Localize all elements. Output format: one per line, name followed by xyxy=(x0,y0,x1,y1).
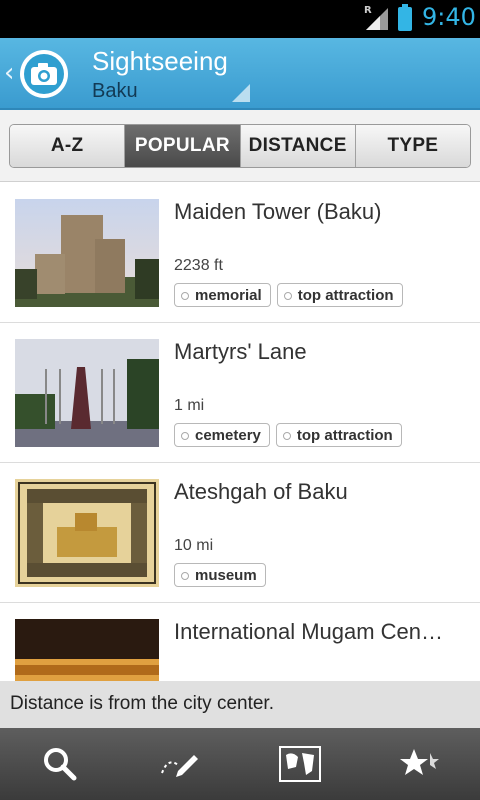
city-selector[interactable]: Baku xyxy=(92,80,138,103)
favorites-icon xyxy=(400,749,439,775)
status-bar: R 9:40 xyxy=(0,0,480,38)
item-title: Martyrs' Lane xyxy=(174,339,307,364)
list-item[interactable]: Martyrs' Lane 1 mi cemetery top attracti… xyxy=(0,323,480,463)
item-distance: 1 mi xyxy=(174,397,205,414)
back-chevron-icon[interactable]: ‹ xyxy=(4,58,14,88)
signal-icon xyxy=(366,8,388,30)
tab-a-z[interactable]: A-Z xyxy=(10,125,126,167)
sort-tabs-bar: A-Z POPULAR DISTANCE TYPE xyxy=(0,110,480,182)
martyrs-lane-thumbnail xyxy=(15,339,159,447)
bottom-toolbar xyxy=(0,728,480,800)
page-title: Sightseeing xyxy=(92,46,228,76)
route-edit-button[interactable] xyxy=(120,728,240,800)
app-logo[interactable] xyxy=(20,50,68,98)
item-title: Ateshgah of Baku xyxy=(174,479,348,504)
maiden-tower-thumbnail xyxy=(15,199,159,307)
camera-icon xyxy=(31,63,57,85)
item-distance: 10 mi xyxy=(174,537,214,554)
map-icon xyxy=(279,746,321,782)
item-title: Maiden Tower (Baku) xyxy=(174,199,382,224)
tab-popular[interactable]: POPULAR xyxy=(125,125,241,167)
clock: 9:40 xyxy=(422,3,476,31)
sights-list: Maiden Tower (Baku) 2238 ft memorial top… xyxy=(0,183,480,743)
tab-distance[interactable]: DISTANCE xyxy=(240,125,356,167)
edit-icon xyxy=(161,755,198,777)
search-button[interactable] xyxy=(0,728,120,800)
tab-type[interactable]: TYPE xyxy=(355,125,470,167)
map-button[interactable] xyxy=(240,728,360,800)
tag-badge[interactable]: memorial xyxy=(174,283,271,307)
list-item[interactable]: Ateshgah of Baku 10 mi museum xyxy=(0,463,480,603)
battery-icon xyxy=(398,4,412,31)
distance-note: Distance is from the city center. xyxy=(0,681,480,728)
tag-badge[interactable]: top attraction xyxy=(276,283,403,307)
ateshgah-stamp-thumbnail xyxy=(15,479,159,587)
action-bar: ‹ Sightseeing Baku xyxy=(0,38,480,110)
tag-badge[interactable]: museum xyxy=(174,563,266,587)
tag-badge[interactable]: top attraction xyxy=(275,423,402,447)
dropdown-indicator-icon[interactable] xyxy=(232,84,250,102)
item-distance: 2238 ft xyxy=(174,257,223,274)
item-title: International Mugam Cen… xyxy=(174,619,444,644)
favorites-button[interactable] xyxy=(360,728,480,800)
tag-badge[interactable]: cemetery xyxy=(174,423,270,447)
list-item[interactable]: Maiden Tower (Baku) 2238 ft memorial top… xyxy=(0,183,480,323)
search-icon xyxy=(44,748,77,781)
